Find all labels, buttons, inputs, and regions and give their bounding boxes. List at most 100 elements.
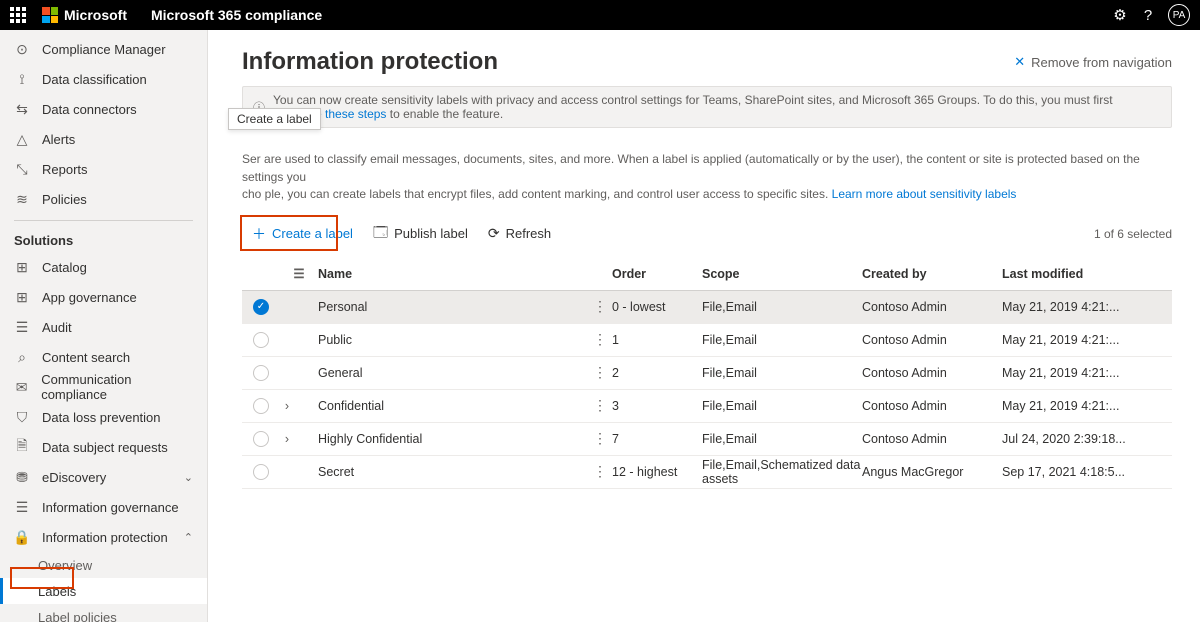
table-row[interactable]: ✓Personal⋮0 - lowestFile,EmailContoso Ad… (242, 291, 1172, 324)
sidebar-sub-overview[interactable]: Overview (0, 552, 207, 578)
audit-icon: ☰ (14, 319, 30, 335)
sidebar-item-label: Data loss prevention (42, 410, 161, 425)
sidebar-item-catalog[interactable]: ⊞Catalog (0, 252, 207, 282)
sidebar-item-label: Label policies (38, 610, 117, 622)
sidebar-item-data-subject-requests[interactable]: 🗎Data subject requests (0, 432, 207, 462)
row-scope: File,Email (702, 366, 862, 380)
col-name-header[interactable]: Name (318, 267, 588, 281)
microsoft-icon (42, 7, 58, 23)
solutions-section-header: Solutions (0, 227, 207, 252)
selection-count: 1 of 6 selected (1094, 227, 1172, 241)
sidebar-item-reports[interactable]: ⤡Reports (0, 154, 207, 184)
chevron-down-icon: ⌄ (184, 471, 193, 484)
row-checkbox[interactable] (253, 398, 269, 414)
sidebar-item-ediscovery[interactable]: ⛃eDiscovery⌄ (0, 462, 207, 492)
row-menu-icon[interactable]: ⋮ (588, 331, 612, 348)
app-icon: ⊞ (14, 289, 30, 305)
shield-icon: ⛉ (14, 409, 30, 425)
sidebar-item-data-classification[interactable]: ⟟Data classification (0, 64, 207, 94)
info-banner: ⓘ You can now create sensitivity labels … (242, 86, 1172, 128)
row-createdby: Contoso Admin (862, 366, 1002, 380)
row-checkbox[interactable] (253, 332, 269, 348)
refresh-icon: ⟳ (488, 225, 500, 242)
sidebar-item-policies[interactable]: ≋Policies (0, 184, 207, 214)
col-createdby-header[interactable]: Created by (862, 267, 1002, 281)
sidebar-sub-label-policies[interactable]: Label policies (0, 604, 207, 622)
waffle-icon[interactable] (10, 7, 26, 23)
expand-toggle[interactable]: › (280, 399, 294, 413)
app-title: Microsoft 365 compliance (151, 7, 322, 23)
row-checkbox[interactable] (253, 365, 269, 381)
banner-post: to enable the feature. (386, 107, 503, 121)
table-row[interactable]: Public⋮1File,EmailContoso AdminMay 21, 2… (242, 324, 1172, 357)
tag-icon: ⟟ (14, 71, 30, 87)
row-menu-icon[interactable]: ⋮ (588, 364, 612, 381)
row-lastmodified: Sep 17, 2021 4:18:5... (1002, 465, 1172, 479)
publish-label-button[interactable]: 🗔 Publish label (363, 218, 478, 250)
labels-table: ☰ Name Order Scope Created by Last modif… (242, 258, 1172, 489)
help-icon[interactable]: ? (1134, 1, 1162, 29)
brand-label: Microsoft (64, 7, 127, 23)
table-row[interactable]: General⋮2File,EmailContoso AdminMay 21, … (242, 357, 1172, 390)
divider (14, 220, 193, 221)
sidebar-item-label: Information governance (42, 500, 179, 515)
sidebar-item-information-protection[interactable]: 🔒Information protection⌃ (0, 522, 207, 552)
sidebar-item-app-governance[interactable]: ⊞ App governance (0, 282, 207, 312)
table-row[interactable]: ›Confidential⋮3File,EmailContoso AdminMa… (242, 390, 1172, 423)
row-lastmodified: May 21, 2019 4:21:... (1002, 399, 1172, 413)
row-checkbox[interactable] (253, 431, 269, 447)
expand-toggle[interactable]: › (280, 432, 294, 446)
row-checkbox[interactable] (253, 464, 269, 480)
sidebar-item-label: Catalog (42, 260, 87, 275)
row-createdby: Contoso Admin (862, 333, 1002, 347)
table-row[interactable]: ›Highly Confidential⋮7File,EmailContoso … (242, 423, 1172, 456)
sidebar-item-audit[interactable]: ☰Audit (0, 312, 207, 342)
learn-more-link[interactable]: Learn more about sensitivity labels (832, 187, 1017, 201)
create-label-button[interactable]: ＋ Create a label (242, 218, 363, 250)
row-checkbox[interactable]: ✓ (253, 299, 269, 315)
gear-icon[interactable]: ⚙ (1106, 1, 1134, 29)
avatar[interactable]: PA (1168, 4, 1190, 26)
row-menu-icon[interactable]: ⋮ (588, 463, 612, 480)
sidebar-item-compliance-manager[interactable]: ⊙Compliance Manager (0, 34, 207, 64)
sidebar-item-communication-compliance[interactable]: ✉ Communication compliance (0, 372, 207, 402)
chat-icon: ✉ (14, 379, 29, 395)
row-menu-icon[interactable]: ⋮ (588, 430, 612, 447)
sidebar-item-label: Alerts (42, 132, 75, 147)
row-scope: File,Email (702, 333, 862, 347)
lock-icon: 🔒 (14, 529, 30, 545)
sidebar-item-label: App governance (42, 290, 137, 305)
col-order-header[interactable]: Order (612, 267, 702, 281)
row-scope: File,Email (702, 399, 862, 413)
chevron-up-icon: ⌃ (184, 531, 193, 544)
sidebar-item-data-connectors[interactable]: ⇆Data connectors (0, 94, 207, 124)
table-row[interactable]: Secret⋮12 - highestFile,Email,Schematize… (242, 456, 1172, 489)
row-menu-icon[interactable]: ⋮ (588, 298, 612, 315)
sidebar-sub-labels[interactable]: Labels (0, 578, 207, 604)
row-menu-icon[interactable]: ⋮ (588, 397, 612, 414)
row-lastmodified: May 21, 2019 4:21:... (1002, 333, 1172, 347)
tooltip-text: Create a label (237, 112, 312, 126)
sidebar: ⊙Compliance Manager ⟟Data classification… (0, 30, 208, 622)
row-createdby: Contoso Admin (862, 432, 1002, 446)
sidebar-item-alerts[interactable]: △Alerts (0, 124, 207, 154)
sidebar-item-label: Compliance Manager (42, 42, 166, 57)
refresh-button[interactable]: ⟳ Refresh (478, 218, 561, 250)
row-name: Personal (318, 300, 588, 314)
col-scope-header[interactable]: Scope (702, 267, 862, 281)
command-bar: ＋ Create a label 🗔 Publish label ⟳ Refre… (242, 218, 1172, 250)
sidebar-item-information-governance[interactable]: ☰Information governance (0, 492, 207, 522)
row-name: Confidential (318, 399, 588, 413)
row-name: General (318, 366, 588, 380)
remove-from-navigation-button[interactable]: ✕ Remove from navigation (1014, 54, 1172, 70)
sidebar-item-label: Communication compliance (41, 372, 193, 402)
row-scope: File,Email,Schematized data assets (702, 458, 862, 486)
row-scope: File,Email (702, 432, 862, 446)
sidebar-item-label: Reports (42, 162, 88, 177)
sidebar-item-content-search[interactable]: ⌕Content search (0, 342, 207, 372)
row-order: 0 - lowest (612, 300, 702, 314)
order-handle-icon: ☰ (280, 266, 318, 281)
col-lastmodified-header[interactable]: Last modified (1002, 267, 1172, 281)
table-header: ☰ Name Order Scope Created by Last modif… (242, 258, 1172, 291)
sidebar-item-data-loss-prevention[interactable]: ⛉ Data loss prevention (0, 402, 207, 432)
